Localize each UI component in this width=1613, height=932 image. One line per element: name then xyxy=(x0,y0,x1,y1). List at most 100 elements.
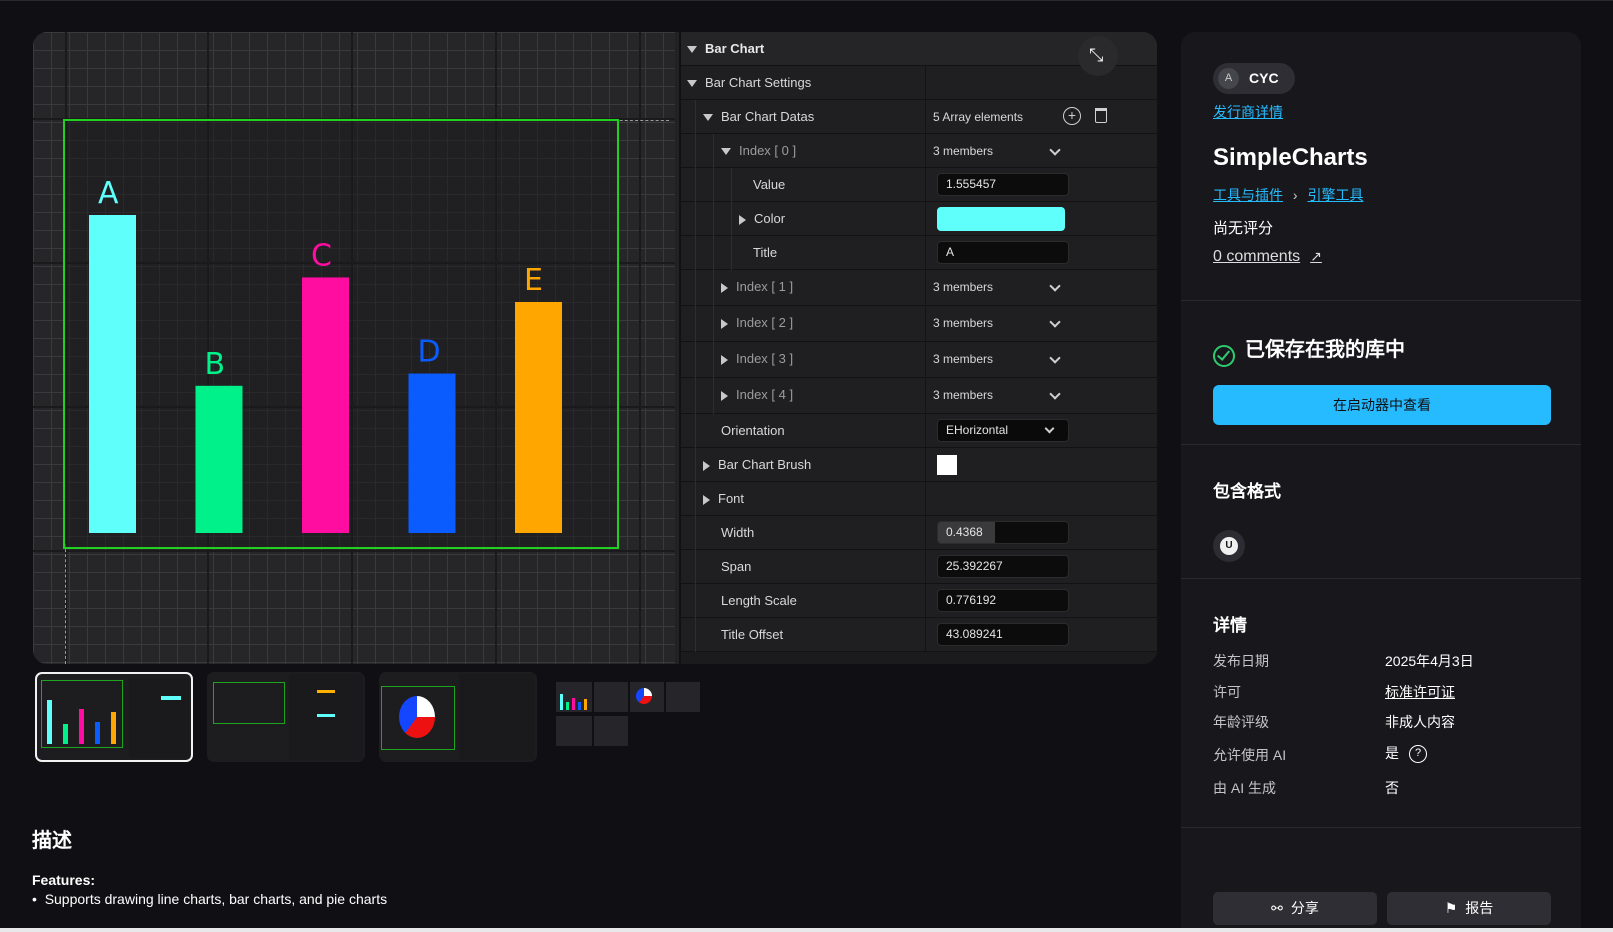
member-count: 3 members xyxy=(933,388,994,402)
length-scale-field[interactable]: 0.776192 xyxy=(937,589,1069,612)
thumb-panel xyxy=(459,674,535,760)
collapse-arrow-icon[interactable] xyxy=(687,80,697,88)
property-width: Width 0.4368 xyxy=(681,516,1157,550)
chevron-down-icon[interactable] xyxy=(1049,388,1061,400)
bar-d xyxy=(408,373,456,533)
help-icon[interactable]: ? xyxy=(1409,745,1427,764)
array-index-2[interactable]: Index [ 2 ] 3 members xyxy=(681,306,1157,342)
indent-guide xyxy=(695,550,696,584)
collapse-arrow-icon[interactable] xyxy=(721,148,731,156)
chevron-down-icon[interactable] xyxy=(1049,280,1061,292)
category-link-tools[interactable]: 工具与插件 xyxy=(1213,187,1283,203)
collapse-arrow-icon[interactable] xyxy=(687,46,697,54)
bar-title-label: D xyxy=(418,335,441,370)
indent-guide xyxy=(713,168,714,202)
expand-arrow-icon[interactable] xyxy=(721,390,728,401)
share-label: 分享 xyxy=(1290,900,1319,916)
indent-guide xyxy=(695,448,696,482)
indent-guide xyxy=(695,378,696,414)
guide-dashed-line xyxy=(65,544,66,664)
thumb-swatch xyxy=(161,696,181,700)
column-divider xyxy=(925,100,926,134)
detail-label: 年龄评级 xyxy=(1213,714,1269,730)
row-label: Index [ 4 ] xyxy=(736,387,794,402)
thumb-tile xyxy=(666,682,700,712)
column-divider xyxy=(925,342,926,376)
array-index-0[interactable]: Index [ 0 ] 3 members xyxy=(681,134,1157,168)
comments-link[interactable]: 0 comments ↗ xyxy=(1213,248,1322,266)
detail-label: 允许使用 AI xyxy=(1213,747,1287,763)
thumbnail-2[interactable] xyxy=(207,672,365,762)
thumbnail-4[interactable] xyxy=(554,672,712,762)
title-offset-field[interactable]: 43.089241 xyxy=(937,623,1069,646)
column-divider xyxy=(925,236,926,270)
column-divider xyxy=(925,482,926,516)
publisher-details-link[interactable]: 发行商详情 xyxy=(1213,102,1283,122)
column-divider xyxy=(925,516,926,550)
brush-swatch[interactable] xyxy=(937,455,957,475)
span-field[interactable]: 25.392267 xyxy=(937,555,1069,578)
array-index-3[interactable]: Index [ 3 ] 3 members xyxy=(681,342,1157,378)
row-label: Width xyxy=(721,525,755,540)
saved-status: 已保存在我的库中 xyxy=(1245,339,1405,361)
indent-guide xyxy=(695,100,696,134)
array-count: 5 Array elements xyxy=(933,110,1024,124)
category-link-engine[interactable]: 引擎工具 xyxy=(1307,187,1363,203)
fullscreen-button[interactable]: ⤡ xyxy=(1078,36,1118,76)
bar-title-label: C xyxy=(311,238,332,273)
orientation-select[interactable]: EHorizontal xyxy=(937,419,1069,442)
publisher-chip[interactable]: A CYC xyxy=(1213,63,1295,94)
open-in-launcher-button[interactable]: 在启动器中查看 xyxy=(1213,385,1551,425)
share-button[interactable]: ⚯ 分享 xyxy=(1213,892,1377,925)
product-sidebar: A CYC 发行商详情 SimpleCharts 工具与插件 › 引擎工具 尚无… xyxy=(1181,32,1581,932)
chevron-down-icon[interactable] xyxy=(1049,316,1061,328)
width-slider[interactable]: 0.4368 xyxy=(937,521,1069,544)
expand-arrow-icon[interactable] xyxy=(721,354,728,365)
property-font[interactable]: Font xyxy=(681,482,1157,516)
detail-label: 由 AI 生成 xyxy=(1213,780,1277,796)
thumbnail-3[interactable] xyxy=(379,672,537,762)
rating-text: 尚无评分 xyxy=(1213,220,1274,237)
formats-heading: 包含格式 xyxy=(1213,482,1281,501)
media-viewer[interactable]: A B C D E Bar Chart Bar Chart Settings Bar C… xyxy=(33,32,1157,664)
property-color[interactable]: Color xyxy=(681,202,1157,236)
row-label: Span xyxy=(721,559,752,574)
expand-arrow-icon[interactable] xyxy=(721,282,728,293)
description-heading: 描述 xyxy=(32,830,72,852)
expand-arrow-icon[interactable] xyxy=(739,214,746,225)
expand-arrow-icon[interactable] xyxy=(703,494,710,505)
comments-text: 0 comments xyxy=(1213,248,1301,265)
array-index-1[interactable]: Index [ 1 ] 3 members xyxy=(681,270,1157,306)
column-divider xyxy=(925,618,926,652)
array-index-4[interactable]: Index [ 4 ] 3 members xyxy=(681,378,1157,414)
publisher-name: CYC xyxy=(1249,70,1279,86)
column-divider xyxy=(925,584,926,618)
property-bar-chart-brush[interactable]: Bar Chart Brush xyxy=(681,448,1157,482)
collapse-arrow-icon[interactable] xyxy=(703,114,713,122)
section-divider xyxy=(1181,300,1581,301)
bar-e xyxy=(515,301,562,533)
property-bar-chart-datas[interactable]: Bar Chart Datas 5 Array elements + xyxy=(681,100,1157,134)
thumbnail-1[interactable] xyxy=(35,672,193,762)
title-field[interactable]: A xyxy=(937,241,1069,264)
column-divider xyxy=(925,448,926,482)
check-circle-icon xyxy=(1213,345,1235,367)
property-value: Value 1.555457 xyxy=(681,168,1157,202)
delete-all-icon[interactable] xyxy=(1095,108,1107,123)
thumb-bar xyxy=(79,709,84,744)
chevron-down-icon[interactable] xyxy=(1049,144,1061,156)
expand-arrow-icon[interactable] xyxy=(721,318,728,329)
detail-label: 发布日期 xyxy=(1213,653,1269,669)
value-field[interactable]: 1.555457 xyxy=(937,173,1069,196)
add-element-icon[interactable]: + xyxy=(1063,107,1081,125)
report-button[interactable]: ⚑ 报告 xyxy=(1387,892,1551,925)
bar-title-label: B xyxy=(205,347,226,382)
expand-arrow-icon[interactable] xyxy=(703,460,710,471)
color-swatch[interactable] xyxy=(937,207,1065,231)
row-label: Bar Chart Datas xyxy=(721,109,815,124)
chevron-down-icon[interactable] xyxy=(1049,352,1061,364)
thumb-bar xyxy=(572,698,575,710)
designer-canvas: A B C D E xyxy=(33,32,675,664)
thumb-tile xyxy=(594,716,628,746)
license-link[interactable]: 标准许可证 xyxy=(1385,682,1455,702)
